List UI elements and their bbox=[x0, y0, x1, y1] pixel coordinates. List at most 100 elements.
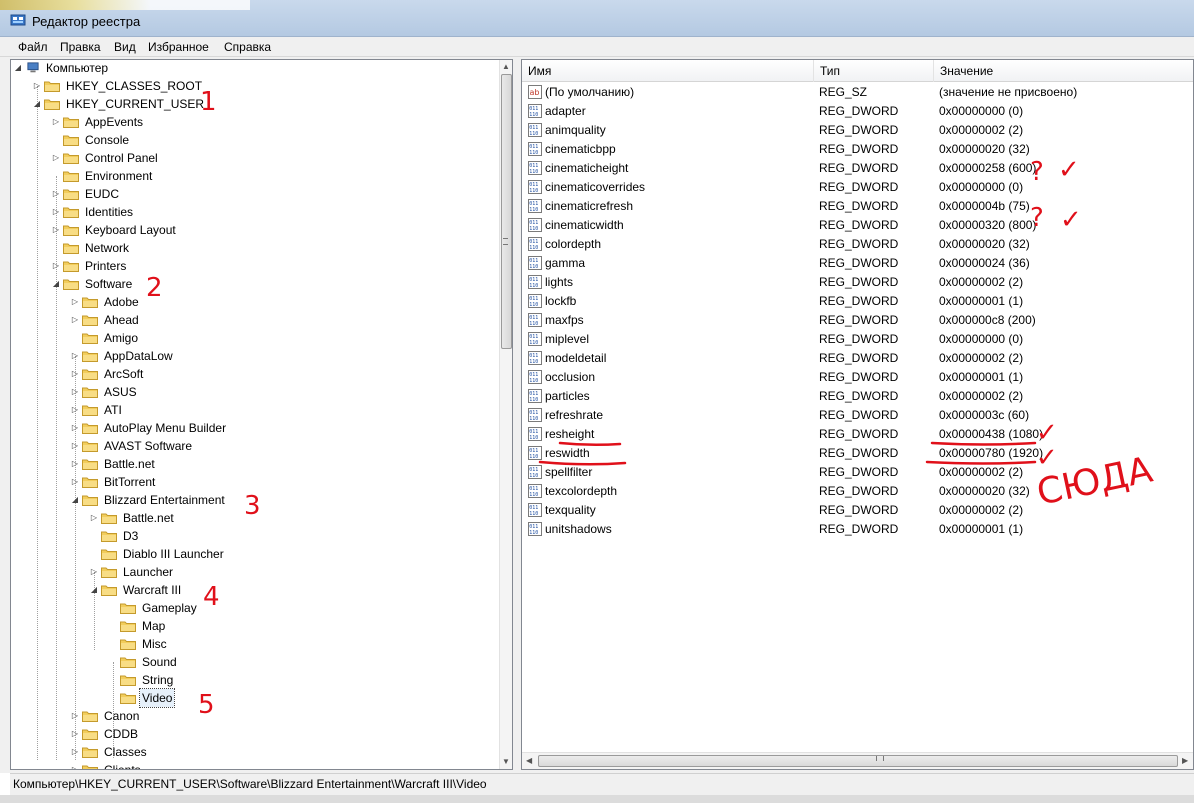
tree-node[interactable]: ▷ Adobe bbox=[11, 293, 497, 311]
tree-node-label[interactable]: EUDC bbox=[83, 185, 121, 203]
expand-arrow-icon[interactable]: ▷ bbox=[70, 419, 80, 437]
tree-node-label[interactable]: Gameplay bbox=[140, 599, 199, 617]
tree-vertical-scrollbar[interactable]: ▲ ▼ bbox=[499, 60, 512, 769]
tree-node-label[interactable]: Adobe bbox=[102, 293, 141, 311]
scroll-up-arrow-icon[interactable]: ▲ bbox=[502, 62, 510, 71]
list-item[interactable]: 011 110 cinematicheight REG_DWORD 0x00000258… bbox=[522, 159, 1193, 178]
list-item[interactable]: 011 110 refreshrate REG_DWORD 0x0000003c (60… bbox=[522, 406, 1193, 425]
tree-node-label[interactable]: Launcher bbox=[121, 563, 175, 581]
expand-arrow-icon[interactable]: ▷ bbox=[70, 455, 80, 473]
expand-arrow-icon[interactable]: ▷ bbox=[70, 743, 80, 761]
tree-node-label[interactable]: D3 bbox=[121, 527, 140, 545]
menu-view[interactable]: Вид bbox=[114, 40, 136, 54]
expand-arrow-icon[interactable]: ▷ bbox=[51, 203, 61, 221]
menu-help[interactable]: Справка bbox=[224, 40, 271, 54]
tree-node-label[interactable]: HKEY_CLASSES_ROOT bbox=[64, 77, 204, 95]
tree-node-label[interactable]: Misc bbox=[140, 635, 169, 653]
expand-arrow-icon[interactable]: ▷ bbox=[51, 257, 61, 275]
tree-node[interactable]: Gameplay bbox=[11, 599, 497, 617]
tree-node-label[interactable]: Identities bbox=[83, 203, 135, 221]
expand-arrow-icon[interactable]: ▷ bbox=[89, 509, 99, 527]
tree-node[interactable]: ▷ Printers bbox=[11, 257, 497, 275]
tree-node[interactable]: ▷ AppDataLow bbox=[11, 347, 497, 365]
list-item[interactable]: 011 110 maxfps REG_DWORD 0x000000c8 (200) bbox=[522, 311, 1193, 330]
list-item[interactable]: 011 110 cinematicoverrides REG_DWORD 0x00000… bbox=[522, 178, 1193, 197]
expand-arrow-icon[interactable]: ▷ bbox=[51, 113, 61, 131]
tree-node[interactable]: D3 bbox=[11, 527, 497, 545]
expand-arrow-icon[interactable]: ▷ bbox=[70, 707, 80, 725]
tree-node[interactable]: ▷ Ahead bbox=[11, 311, 497, 329]
expand-arrow-icon[interactable]: ▷ bbox=[70, 311, 80, 329]
tree-node[interactable]: ▷ AutoPlay Menu Builder bbox=[11, 419, 497, 437]
list-item[interactable]: 011 110 animquality REG_DWORD 0x00000002 (2) bbox=[522, 121, 1193, 140]
tree-node-label[interactable]: Battle.net bbox=[102, 455, 157, 473]
scroll-down-arrow-icon[interactable]: ▼ bbox=[502, 757, 510, 766]
list-item[interactable]: 011 110 cinematicwidth REG_DWORD 0x00000320 … bbox=[522, 216, 1193, 235]
collapse-arrow-icon[interactable]: ◢ bbox=[70, 491, 80, 509]
tree-node-label[interactable]: Console bbox=[83, 131, 131, 149]
tree-node-label[interactable]: Canon bbox=[102, 707, 141, 725]
list-item[interactable]: 011 110 particles REG_DWORD 0x00000002 (2) bbox=[522, 387, 1193, 406]
tree-node-label[interactable]: Network bbox=[83, 239, 131, 257]
expand-arrow-icon[interactable]: ▷ bbox=[70, 365, 80, 383]
list-item[interactable]: 011 110 resheight REG_DWORD 0x00000438 (1080… bbox=[522, 425, 1193, 444]
tree-node[interactable]: ▷ BitTorrent bbox=[11, 473, 497, 491]
list-item[interactable]: 011 110 unitshadows REG_DWORD 0x00000001 (1) bbox=[522, 520, 1193, 539]
tree-node[interactable]: Video bbox=[11, 688, 497, 708]
tree-node[interactable]: ▷ Classes bbox=[11, 743, 497, 761]
tree-node[interactable]: ◢ Компьютер bbox=[11, 60, 497, 77]
tree-node-label[interactable]: CDDB bbox=[102, 725, 140, 743]
menu-edit[interactable]: Правка bbox=[60, 40, 101, 54]
list-item[interactable]: 011 110 occlusion REG_DWORD 0x00000001 (1) bbox=[522, 368, 1193, 387]
expand-arrow-icon[interactable]: ▷ bbox=[70, 383, 80, 401]
values-list[interactable]: Имя Тип Значение ab (По умолчанию) REG_SZ (… bbox=[521, 59, 1194, 770]
list-item[interactable]: 011 110 reswidth REG_DWORD 0x00000780 (1920) bbox=[522, 444, 1193, 463]
tree-node-label[interactable]: Battle.net bbox=[121, 509, 176, 527]
tree-node[interactable]: Misc bbox=[11, 635, 497, 653]
tree-node-label[interactable]: Ahead bbox=[102, 311, 141, 329]
list-item[interactable]: 011 110 texcolordepth REG_DWORD 0x00000020 (… bbox=[522, 482, 1193, 501]
tree-node-label[interactable]: Classes bbox=[102, 743, 149, 761]
tree-node[interactable]: ◢ HKEY_CURRENT_USER bbox=[11, 95, 497, 113]
expand-arrow-icon[interactable]: ▷ bbox=[32, 77, 42, 95]
tree-node-label[interactable]: Map bbox=[140, 617, 167, 635]
tree-node-label[interactable]: Video bbox=[138, 688, 176, 708]
tree-node[interactable]: ▷ Battle.net bbox=[11, 509, 497, 527]
tree-node[interactable]: ▷ Keyboard Layout bbox=[11, 221, 497, 239]
tree-node-label[interactable]: Компьютер bbox=[44, 60, 110, 77]
scrollbar-thumb[interactable] bbox=[501, 74, 512, 349]
tree-node[interactable]: ▷ CDDB bbox=[11, 725, 497, 743]
menu-favorites[interactable]: Избранное bbox=[148, 40, 209, 54]
expand-arrow-icon[interactable]: ▷ bbox=[51, 185, 61, 203]
list-item[interactable]: 011 110 texquality REG_DWORD 0x00000002 (2) bbox=[522, 501, 1193, 520]
collapse-arrow-icon[interactable]: ◢ bbox=[89, 581, 99, 599]
collapse-arrow-icon[interactable]: ◢ bbox=[32, 95, 42, 113]
tree-node-label[interactable]: Sound bbox=[140, 653, 179, 671]
expand-arrow-icon[interactable]: ▷ bbox=[89, 563, 99, 581]
list-item[interactable]: 011 110 gamma REG_DWORD 0x00000024 (36) bbox=[522, 254, 1193, 273]
expand-arrow-icon[interactable]: ▷ bbox=[70, 401, 80, 419]
list-item[interactable]: 011 110 cinematicrefresh REG_DWORD 0x0000004… bbox=[522, 197, 1193, 216]
tree-node-label[interactable]: Keyboard Layout bbox=[83, 221, 178, 239]
tree-node[interactable]: Network bbox=[11, 239, 497, 257]
tree-node[interactable]: ▷ Clients bbox=[11, 761, 497, 769]
tree-node[interactable]: ▷ EUDC bbox=[11, 185, 497, 203]
list-item[interactable]: 011 110 lockfb REG_DWORD 0x00000001 (1) bbox=[522, 292, 1193, 311]
tree-node[interactable]: Amigo bbox=[11, 329, 497, 347]
expand-arrow-icon[interactable]: ▷ bbox=[70, 437, 80, 455]
tree-node-label[interactable]: AppEvents bbox=[83, 113, 145, 131]
tree-node[interactable]: ▷ Launcher bbox=[11, 563, 497, 581]
tree-node[interactable]: ▷ Canon bbox=[11, 707, 497, 725]
tree-node-label[interactable]: ArcSoft bbox=[102, 365, 145, 383]
tree-node-label[interactable]: Amigo bbox=[102, 329, 140, 347]
scroll-left-arrow-icon[interactable]: ◀ bbox=[526, 756, 532, 765]
tree-node[interactable]: ▷ HKEY_CLASSES_ROOT bbox=[11, 77, 497, 95]
list-item[interactable]: 011 110 spellfilter REG_DWORD 0x00000002 (2) bbox=[522, 463, 1193, 482]
tree-node-label[interactable]: Printers bbox=[83, 257, 128, 275]
tree-node-label[interactable]: Software bbox=[83, 275, 134, 293]
tree-node[interactable]: ▷ Control Panel bbox=[11, 149, 497, 167]
tree-node-label[interactable]: Warcraft III bbox=[121, 581, 183, 599]
tree-node-label[interactable]: AVAST Software bbox=[102, 437, 194, 455]
tree-node-label[interactable]: Blizzard Entertainment bbox=[102, 491, 227, 509]
expand-arrow-icon[interactable]: ▷ bbox=[51, 149, 61, 167]
